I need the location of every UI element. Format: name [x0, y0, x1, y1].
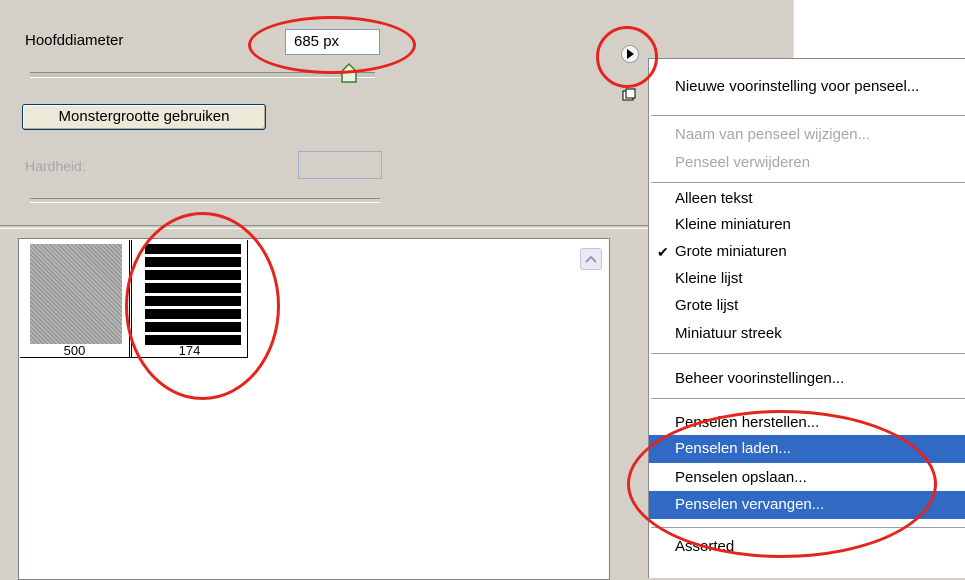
annotation-ellipse [627, 410, 937, 558]
menu-item-small-thumbnails[interactable]: Kleine miniaturen [649, 211, 965, 239]
menu-separator [651, 115, 965, 116]
preset-size-label: 500 [63, 343, 86, 358]
hardness-slider[interactable] [30, 198, 380, 203]
annotation-ellipse [596, 26, 658, 88]
panel-divider [0, 225, 665, 229]
menu-item-large-list[interactable]: Grote lijst [649, 292, 965, 320]
menu-item-stroke-thumbnail[interactable]: Miniatuur streek [649, 320, 965, 348]
menu-item-delete-brush: Penseel verwijderen [675, 154, 811, 171]
menu-item-preset-manager[interactable]: Beheer voorinstellingen... [649, 365, 965, 393]
checkmark-icon: ✔ [657, 244, 669, 260]
annotation-ellipse [125, 212, 280, 400]
top-right-blank [793, 0, 965, 58]
preset-thumbnail[interactable]: 500 [20, 240, 130, 358]
texture-brush-preview [30, 244, 122, 344]
hardness-label: Hardheid: [25, 158, 86, 174]
diameter-label: Hoofddiameter [25, 32, 124, 49]
annotation-ellipse [248, 16, 416, 74]
menu-item-small-list[interactable]: Kleine lijst [649, 265, 965, 293]
scroll-up-button[interactable] [580, 248, 602, 270]
menu-separator [651, 353, 965, 354]
new-preset-icon[interactable] [622, 88, 636, 106]
use-sample-size-button[interactable]: Monstergrootte gebruiken [22, 104, 266, 130]
menu-item-large-thumbnails[interactable]: ✔ Grote miniaturen [649, 238, 965, 266]
menu-item-text-only[interactable]: Alleen tekst [649, 185, 965, 213]
hardness-input[interactable] [298, 151, 382, 179]
menu-separator [651, 182, 965, 183]
chevron-up-icon [585, 255, 597, 263]
menu-item-rename-brush: Naam van penseel wijzigen... [675, 126, 871, 143]
top-right-gray [665, 0, 793, 58]
menu-separator [651, 398, 965, 399]
menu-item-new-preset[interactable]: Nieuwe voorinstelling voor penseel... [649, 73, 965, 101]
